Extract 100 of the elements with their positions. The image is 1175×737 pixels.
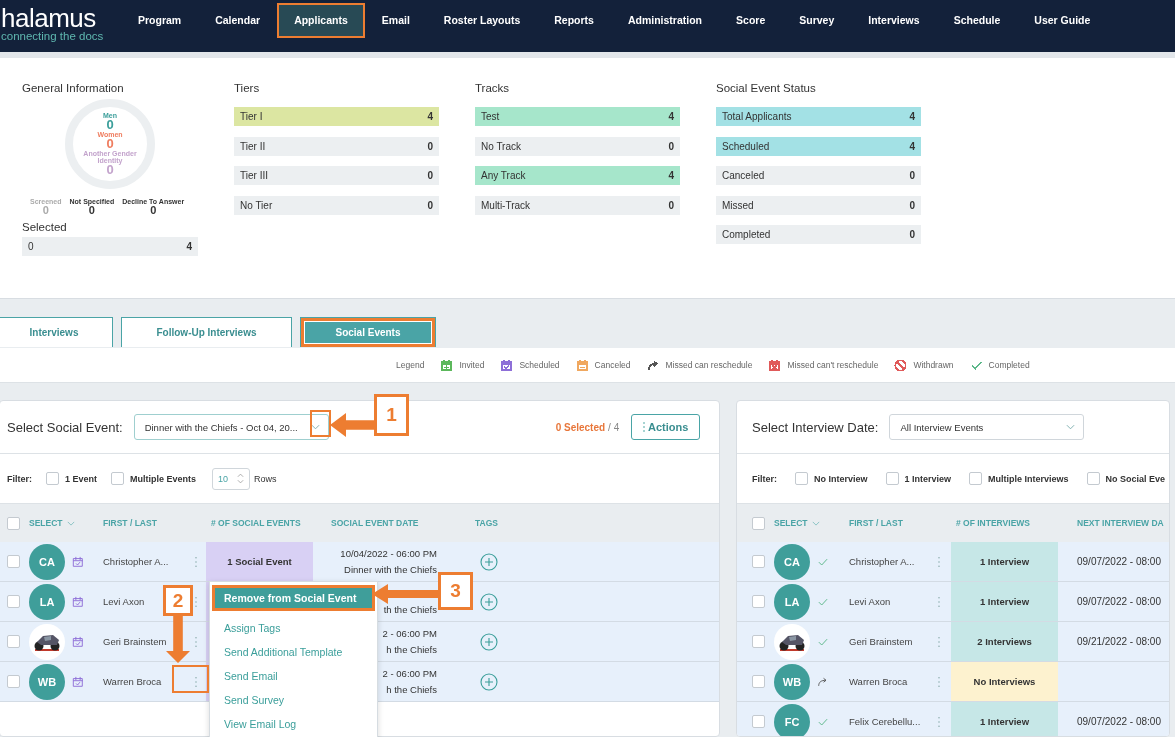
- bar-label: 0: [28, 241, 34, 252]
- actions-button[interactable]: Actions: [631, 414, 701, 440]
- legend-label: Canceled: [594, 360, 631, 370]
- name-cell: Warren Broca: [103, 676, 162, 687]
- nav-link[interactable]: User Guide: [1017, 3, 1108, 38]
- checkbox[interactable]: [7, 675, 20, 688]
- callout-arrow: [166, 616, 190, 663]
- stat-value: 0: [88, 205, 95, 215]
- count-cell: 1 Interview: [951, 582, 1058, 621]
- avatar: CA: [774, 543, 810, 580]
- name-cell: Geri Brainstem: [849, 636, 913, 647]
- add-icon[interactable]: [480, 632, 498, 651]
- nav-link[interactable]: Email: [364, 3, 427, 38]
- checkbox[interactable]: [752, 516, 765, 530]
- event-text: th the Chiefs: [383, 602, 437, 617]
- checkbox[interactable]: [1086, 472, 1100, 485]
- name-cell: Levi Axon: [103, 596, 145, 607]
- bar-value: 0: [909, 199, 915, 211]
- nav-link[interactable]: Interviews: [851, 3, 937, 38]
- nav-link[interactable]: Applicants: [277, 3, 365, 38]
- avatar: FC: [774, 703, 810, 736]
- nav-link[interactable]: Calendar: [198, 3, 278, 38]
- logo-wordmark: halamus: [1, 6, 96, 30]
- nav-link[interactable]: Roster Layouts: [426, 3, 538, 38]
- checkbox[interactable]: [795, 472, 808, 485]
- legend-title: Legend: [396, 360, 425, 370]
- nav-link[interactable]: Program: [121, 3, 199, 38]
- column-header: NEXT INTERVIEW DA: [1076, 518, 1165, 528]
- checkbox[interactable]: [7, 516, 20, 530]
- callout-arrow: [372, 584, 438, 604]
- legend-label: Withdrawn: [913, 360, 954, 370]
- tab[interactable]: Follow-Up Interviews: [121, 317, 292, 347]
- bar-label: Completed: [722, 229, 771, 240]
- nav-link[interactable]: Score: [719, 3, 783, 38]
- more-icon[interactable]: [193, 595, 198, 608]
- section-title: Tracks: [475, 82, 511, 95]
- name-cell: Geri Brainstem: [103, 636, 167, 647]
- chevron-icon: [811, 520, 820, 526]
- checkbox[interactable]: [752, 555, 765, 568]
- checkbox-label: No Social Eve: [1105, 473, 1166, 484]
- name-cell: Christopher A...: [103, 556, 169, 567]
- date-dropdown[interactable]: All Interview Events: [889, 414, 1085, 440]
- rows-label: Rows: [254, 473, 277, 484]
- section-title: Social Event Status: [716, 82, 817, 95]
- date-text: 2 - 06:00 PM: [382, 666, 437, 681]
- checkbox[interactable]: [752, 675, 765, 688]
- checkbox[interactable]: [969, 472, 983, 485]
- bar-label: Tier I: [240, 111, 263, 122]
- nav-link[interactable]: Schedule: [936, 3, 1018, 38]
- nav-link[interactable]: Administration: [610, 3, 720, 38]
- add-icon[interactable]: [480, 672, 498, 691]
- panel-title: Select Social Event:: [7, 419, 123, 435]
- bar-label: Multi-Track: [481, 199, 531, 211]
- more-icon[interactable]: [193, 675, 198, 688]
- name-cell: Warren Broca: [849, 676, 908, 687]
- count-cell: 1 Social Event: [206, 542, 313, 581]
- checkbox[interactable]: [752, 595, 765, 608]
- column-header: SOCIAL EVENT DATE: [330, 518, 420, 528]
- checkbox[interactable]: [7, 555, 20, 568]
- name-cell: Christopher A...: [849, 556, 915, 567]
- nav-link[interactable]: Survey: [782, 3, 852, 38]
- column-header: # OF INTERVIEWS: [955, 518, 1030, 528]
- filter-label: Filter:: [752, 473, 777, 484]
- more-icon[interactable]: [193, 635, 198, 648]
- nav-link[interactable]: Reports: [537, 3, 611, 38]
- add-icon[interactable]: [480, 592, 498, 611]
- chevron-icon: [310, 424, 320, 430]
- checkbox[interactable]: [752, 635, 765, 648]
- legend-label: Missed can reschedule: [665, 360, 753, 370]
- filter-label: Filter:: [7, 473, 32, 484]
- event-text: h the Chiefs: [386, 642, 437, 657]
- avatar: LA: [774, 583, 810, 620]
- checkbox[interactable]: [46, 472, 59, 485]
- date-cell-text: 09/07/2022 - 08:00: [1076, 716, 1162, 727]
- checkbox[interactable]: [111, 472, 125, 485]
- chevron-icon: [1066, 424, 1076, 430]
- legend-label: Missed can't reschedule: [787, 360, 879, 370]
- callout-arrow: [330, 413, 374, 437]
- name-cell: Felix Cerebellu...: [849, 716, 921, 727]
- total-count: / 4: [608, 421, 620, 433]
- more-icon[interactable]: [193, 555, 198, 568]
- logo-tagline: connecting the docs: [1, 30, 105, 43]
- callout-number: 3: [438, 572, 473, 610]
- date-cell-text: 09/21/2022 - 08:00: [1076, 636, 1162, 647]
- add-icon[interactable]: [480, 552, 498, 571]
- bar-value: 4: [909, 140, 915, 152]
- event-dropdown[interactable]: Dinner with the Chiefs - Oct 04, 20...: [133, 414, 329, 440]
- checkbox[interactable]: [752, 715, 765, 728]
- bar-label: No Tier: [240, 199, 273, 211]
- tab[interactable]: Interviews: [0, 317, 113, 347]
- chevron-icon: [66, 520, 75, 526]
- avatar: WB: [774, 663, 810, 700]
- checkbox[interactable]: [7, 635, 20, 648]
- date-text: 2 - 06:00 PM: [382, 626, 437, 641]
- legend-label: Invited: [459, 360, 485, 370]
- checkbox[interactable]: [7, 595, 20, 608]
- bar-value: 0: [909, 229, 915, 240]
- highlight-frame: [172, 665, 209, 693]
- bar-label: Any Track: [481, 170, 526, 181]
- checkbox[interactable]: [885, 472, 899, 485]
